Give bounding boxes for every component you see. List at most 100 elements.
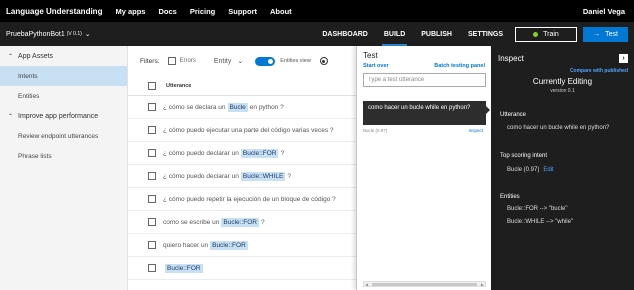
train-label: Train [543, 30, 559, 38]
currently-editing-label: Currently Editing [532, 77, 593, 86]
app-version: (V 0.1) [66, 31, 82, 37]
table-row[interactable]: ¿ cómo puedo declarar un Bucle::WHILE ? [128, 165, 356, 188]
test-utterance-input[interactable] [363, 73, 486, 87]
table-row[interactable]: quiero hacer un Bucle::FOR [128, 234, 356, 257]
errors-checkbox[interactable] [167, 57, 176, 65]
inspect-panel-title: Inspect [498, 54, 524, 63]
tab-build[interactable]: BUILD [376, 22, 413, 46]
table-row[interactable]: ¿ cómo puedo ejecutar una parte del códi… [128, 119, 356, 142]
row-checkbox[interactable] [148, 149, 156, 157]
utterance-list: ¿ cómo se declara un Bucle en python ? ¿ … [128, 96, 356, 280]
chevron-down-icon: ⌄ [84, 31, 91, 38]
utterance-text: ¿ cómo puedo repetir la ejecución de un … [163, 195, 336, 203]
table-row[interactable]: Bucle::FOR [128, 257, 356, 280]
sidebar-item-entities[interactable]: Entities [0, 86, 127, 106]
top-intent-label: Top scoring intent [500, 153, 548, 159]
tab-settings[interactable]: SETTINGS [460, 22, 511, 46]
row-checkbox[interactable] [148, 218, 156, 226]
table-row[interactable]: como se escribe un Bucle::FOR ? [128, 211, 356, 234]
tab-dashboard[interactable]: DASHBOARD [314, 22, 376, 46]
arrow-right-icon: → [593, 30, 601, 38]
entity-label[interactable]: Bucle::WHILE [240, 171, 286, 181]
sidebar-item-phrase-lists[interactable]: Phrase lists [0, 146, 127, 166]
app-tabs: DASHBOARD BUILD PUBLISH SETTINGS Train →… [314, 22, 634, 46]
view-radio[interactable] [319, 57, 328, 65]
filters-label: Filters: [140, 57, 160, 65]
sidebar-item-intents[interactable]: Intents [0, 66, 127, 86]
train-button[interactable]: Train [515, 26, 577, 42]
nav-about[interactable]: About [270, 7, 292, 16]
start-over-link[interactable]: Start over [363, 63, 389, 69]
collapse-icon[interactable]: › [619, 54, 628, 63]
sidebar-item-review-endpoint[interactable]: Review endpoint utterances [0, 126, 127, 146]
row-checkbox[interactable] [148, 241, 156, 249]
test-button[interactable]: → Test [583, 26, 628, 42]
sidebar-section-improve[interactable]: ⌃ Improve app performance [0, 106, 127, 126]
tab-publish[interactable]: PUBLISH [413, 22, 460, 46]
entity-mapping: Bucle::WHILE --> "while" [507, 219, 574, 225]
scroll-right-icon[interactable]: ▶ [481, 282, 484, 287]
app-selector[interactable]: PruebaPythonBot1 (V 0.1) ⌄ [0, 30, 91, 39]
row-checkbox[interactable] [148, 264, 156, 272]
entity-label[interactable]: Bucle::FOR [165, 263, 203, 273]
entity-label[interactable]: Bucle::FOR [240, 148, 279, 158]
entities-view-toggle[interactable] [255, 56, 276, 66]
scroll-left-icon[interactable]: ◀ [365, 282, 368, 287]
entity-dropdown[interactable]: Entity ⌄ [213, 57, 244, 66]
entities-view-label: Entities view [280, 58, 311, 64]
inspect-panel: Inspect › Compare with published Current… [491, 46, 634, 290]
entity-label[interactable]: Bucle::FOR [221, 217, 259, 227]
utterance-text: quiero hacer un [163, 241, 209, 249]
inspect-link[interactable]: Inspect [468, 128, 483, 133]
test-intent-score: Bucle (0.97) [363, 128, 388, 133]
test-panel: Test Start over Batch testing panel como… [356, 46, 491, 290]
test-panel-title: Test [363, 51, 378, 60]
train-status-icon [533, 31, 539, 37]
test-utterance-bubble[interactable]: como hacer un bucle while en python? [363, 101, 490, 125]
utterance-text: ? [287, 172, 291, 180]
entity-label[interactable]: Bucle::FOR [210, 240, 248, 250]
nav-docs[interactable]: Docs [158, 7, 176, 16]
entity-dropdown-label: Entity [213, 57, 232, 65]
entity-mapping: Bucle::FOR --> "bucle" [507, 206, 568, 212]
app-bar: PruebaPythonBot1 (V 0.1) ⌄ DASHBOARD BUI… [0, 22, 634, 46]
edit-intent-link[interactable]: Edit [543, 167, 553, 173]
table-row[interactable]: ¿ cómo puedo declarar un Bucle::FOR ? [128, 142, 356, 165]
utterance-text: como se escribe un [163, 218, 220, 226]
batch-testing-link[interactable]: Batch testing panel [434, 63, 485, 69]
row-checkbox[interactable] [148, 126, 156, 134]
table-row[interactable]: ¿ cómo se declara un Bucle en python ? [128, 96, 356, 119]
row-checkbox[interactable] [148, 103, 156, 111]
top-navigation: Language Understanding My apps Docs Pric… [0, 0, 634, 22]
errors-label: Errors [179, 58, 196, 64]
caret-up-icon: ⌃ [8, 53, 14, 60]
utterance-column-header: Utterance [166, 82, 192, 89]
top-intent-row: Bucle (0.97) Edit [507, 167, 554, 173]
sidebar-section-label: Improve app performance [18, 112, 99, 120]
nav-support[interactable]: Support [228, 7, 257, 16]
utterance-text: ¿ cómo se declara un [163, 103, 226, 111]
row-checkbox[interactable] [148, 172, 156, 180]
table-row[interactable]: ¿ cómo puedo repetir la ejecución de un … [128, 188, 356, 211]
utterances-panel: Filters: Errors Entity ⌄ Entities view U… [128, 46, 356, 290]
nav-pricing[interactable]: Pricing [190, 7, 215, 16]
utterance-text: ? [280, 149, 285, 157]
row-checkbox[interactable] [148, 195, 156, 203]
nav-my-apps[interactable]: My apps [115, 7, 145, 16]
test-label: Test [605, 30, 618, 38]
compare-published-link[interactable]: Compare with published [570, 68, 628, 74]
scrollbar-thumb[interactable] [372, 282, 477, 286]
utterance-table-header: Utterance [128, 76, 356, 96]
utterance-text: ¿ cómo puedo declarar un [163, 172, 239, 180]
entities-label: Entities [500, 194, 520, 200]
brand-title[interactable]: Language Understanding [0, 7, 102, 16]
chevron-down-icon: ⌄ [237, 58, 244, 65]
horizontal-scrollbar[interactable]: ◀ ▶ [363, 281, 486, 287]
entity-label[interactable]: Bucle [227, 102, 248, 112]
utterance-label: Utterance [500, 112, 527, 118]
sidebar: ⌃ App Assets Intents Entities ⌃ Improve … [0, 46, 128, 290]
sidebar-section-app-assets[interactable]: ⌃ App Assets [0, 46, 127, 66]
user-menu[interactable]: Daniel Vega [583, 7, 634, 16]
utterance-text: ? [260, 218, 265, 226]
select-all-checkbox[interactable] [148, 81, 156, 90]
